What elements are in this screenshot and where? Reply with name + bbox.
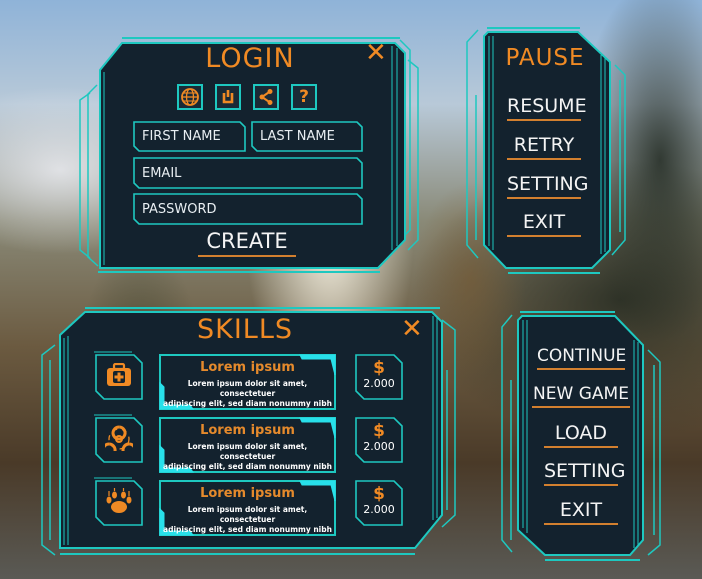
menu-underline [544,484,618,486]
menu-underline [537,368,625,370]
menu-item-label: CONTINUE [537,346,627,366]
menu-item-label: EXIT [559,499,603,521]
main-menu-item-load[interactable]: LOAD [544,422,618,448]
menu-item-label: SETTING [544,460,626,482]
menu-item-label: NEW GAME [533,384,629,404]
main-menu-item-setting[interactable]: SETTING [544,460,625,486]
menu-underline [544,523,618,525]
main-menu-item-continue[interactable]: CONTINUE [537,346,627,370]
main-menu-item-exit[interactable]: EXIT [544,499,618,525]
menu-underline [544,446,618,448]
main-menu-panel-frame [501,311,661,561]
menu-item-label: LOAD [554,422,608,444]
menu-underline [532,406,630,408]
main-menu-item-new-game[interactable]: NEW GAME [532,384,630,408]
